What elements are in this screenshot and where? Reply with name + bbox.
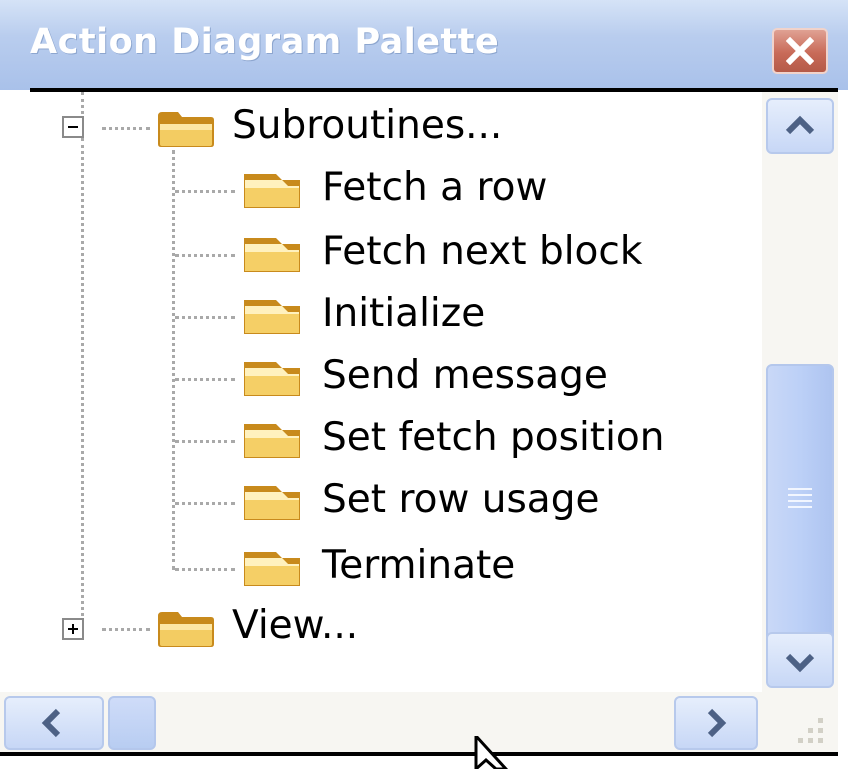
tree-connector: [175, 440, 235, 443]
horizontal-scrollbar[interactable]: [0, 692, 762, 754]
chevron-left-icon: [41, 708, 61, 738]
tree-node-set-row-usage[interactable]: Set row usage: [322, 478, 599, 522]
scroll-left-button[interactable]: [4, 696, 104, 750]
folder-open-icon: [158, 112, 214, 147]
tree-connector: [175, 568, 235, 571]
close-icon: [786, 37, 814, 65]
tree-node-view[interactable]: View...: [232, 604, 358, 648]
folder-icon: [244, 362, 300, 396]
tree-node-set-fetch-position[interactable]: Set fetch position: [322, 416, 665, 460]
scroll-up-button[interactable]: [766, 98, 834, 154]
window-title: Action Diagram Palette: [30, 22, 500, 62]
folder-icon: [244, 300, 300, 334]
tree-connector: [175, 502, 235, 505]
tree-connector: [172, 150, 175, 570]
tree-connector: [81, 138, 84, 616]
size-grip[interactable]: [762, 692, 838, 754]
tree-connector: [175, 316, 235, 319]
scroll-right-button[interactable]: [674, 696, 758, 750]
tree-node-subroutines[interactable]: Subroutines...: [232, 104, 502, 148]
tree-view[interactable]: Subroutines... Fetch a row Fetch next bl…: [30, 92, 762, 692]
resize-grip-icon: [798, 718, 823, 743]
tree-connector: [81, 92, 84, 114]
folder-icon: [244, 552, 300, 586]
mouse-pointer-icon: [474, 736, 509, 769]
title-bar[interactable]: Action Diagram Palette: [0, 0, 848, 90]
tree-connector: [102, 127, 150, 130]
tree-node-fetch-a-row[interactable]: Fetch a row: [322, 166, 547, 210]
left-frame: [0, 90, 30, 692]
folder-icon: [244, 238, 300, 272]
folder-icon: [244, 174, 300, 208]
close-button[interactable]: [772, 28, 828, 74]
scroll-down-button[interactable]: [766, 632, 834, 688]
action-diagram-palette-window: Action Diagram Palette Subroutines... Fe…: [0, 0, 848, 769]
chevron-down-icon: [785, 653, 815, 673]
chevron-right-icon: [707, 708, 727, 738]
folder-icon: [244, 424, 300, 458]
tree-node-initialize[interactable]: Initialize: [322, 292, 485, 336]
tree-connector: [102, 628, 150, 631]
folder-icon: [244, 486, 300, 520]
folder-open-icon: [158, 612, 214, 647]
vertical-scroll-thumb[interactable]: [766, 364, 834, 642]
bottom-border: [0, 752, 838, 756]
tree-connector: [175, 378, 235, 381]
tree-node-fetch-next-block[interactable]: Fetch next block: [322, 230, 642, 274]
expand-toggle[interactable]: [62, 618, 84, 640]
tree-node-terminate[interactable]: Terminate: [322, 544, 515, 588]
tree-connector: [175, 190, 235, 193]
tree-node-send-message[interactable]: Send message: [322, 354, 608, 398]
horizontal-scroll-thumb[interactable]: [108, 696, 156, 750]
chevron-up-icon: [785, 115, 815, 135]
tree-connector: [175, 254, 235, 257]
collapse-toggle[interactable]: [62, 116, 84, 138]
vertical-scrollbar[interactable]: [762, 92, 838, 692]
